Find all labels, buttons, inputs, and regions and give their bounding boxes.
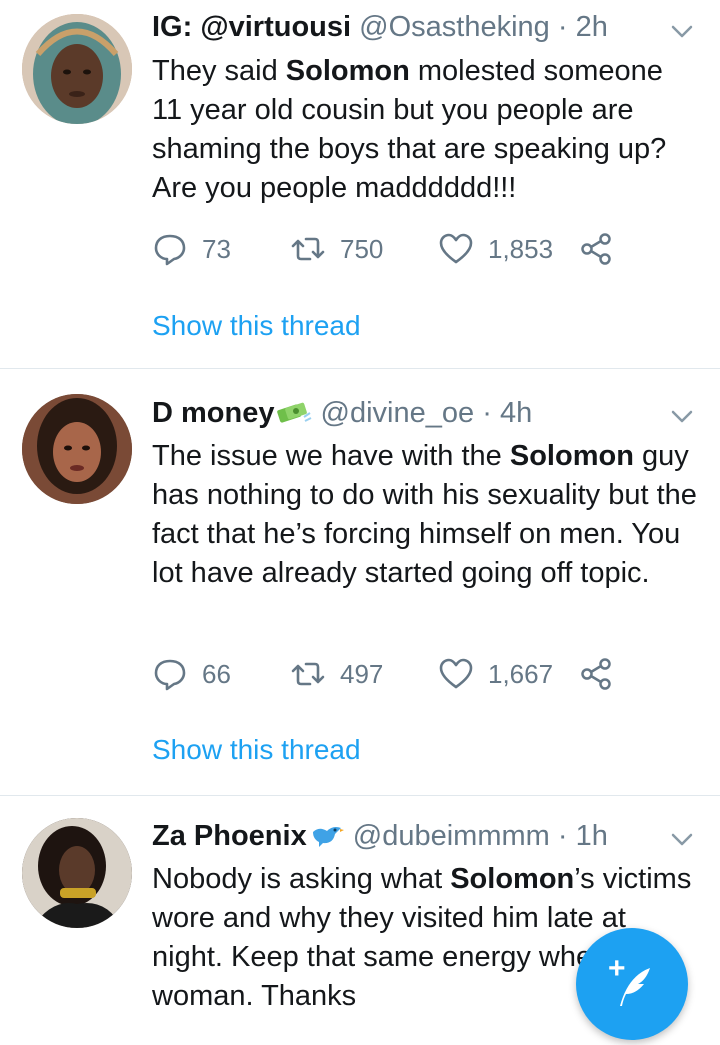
action-bar: 66 497 1,667	[152, 654, 622, 694]
like-count: 1,667	[488, 658, 554, 689]
like-count: 1,853	[488, 233, 554, 264]
chevron-down-icon[interactable]	[670, 832, 694, 848]
compose-button[interactable]: +	[576, 928, 688, 1040]
highlighted-keyword: Solomon	[450, 863, 575, 895]
reply-icon	[154, 659, 186, 691]
tweet-text: The issue we have with the Solomon guy h…	[152, 437, 700, 593]
avatar[interactable]	[22, 818, 132, 928]
separator-dot: ·	[557, 820, 568, 852]
chevron-down-icon[interactable]	[670, 24, 694, 40]
tweet-header: Za Phoenix @dubeimmmm · 1h	[152, 819, 608, 853]
chevron-down-icon[interactable]	[670, 409, 694, 425]
share-button[interactable]	[578, 654, 614, 694]
reply-count: 66	[202, 658, 231, 689]
reply-count: 73	[202, 233, 231, 264]
timestamp[interactable]: 2h	[576, 11, 608, 43]
heart-icon	[439, 658, 473, 689]
show-thread-link[interactable]: Show this thread	[152, 309, 361, 343]
user-handle[interactable]: @dubeimmmm	[353, 820, 550, 852]
share-icon	[581, 233, 611, 265]
show-thread-link[interactable]: Show this thread	[152, 733, 361, 767]
highlighted-keyword: Solomon	[285, 55, 410, 87]
retweet-icon	[291, 662, 325, 686]
retweet-count: 750	[340, 233, 384, 264]
avatar[interactable]	[22, 394, 132, 504]
timestamp[interactable]: 4h	[500, 397, 532, 429]
compose-plus: +	[608, 952, 626, 985]
bird-icon	[312, 827, 344, 847]
tweet[interactable]: IG: @virtuousi @Osastheking · 2h They sa…	[0, 0, 720, 368]
action-bar: 73 750 1,853	[152, 229, 622, 269]
reply-button[interactable]: 73	[152, 229, 231, 269]
separator-dot: ·	[557, 11, 568, 43]
retweet-icon	[291, 237, 325, 261]
display-name[interactable]: D money	[152, 397, 274, 429]
share-icon	[581, 658, 611, 690]
separator-dot: ·	[482, 397, 492, 429]
avatar[interactable]	[22, 14, 132, 124]
retweet-button[interactable]: 750	[290, 229, 383, 269]
like-button[interactable]: 1,853	[438, 229, 553, 269]
timestamp[interactable]: 1h	[576, 820, 608, 852]
heart-icon	[439, 233, 473, 264]
money-bag-icon	[277, 402, 312, 423]
retweet-button[interactable]: 497	[290, 654, 383, 694]
display-name[interactable]: Za Phoenix	[152, 820, 307, 852]
user-handle[interactable]: @divine_oe	[321, 397, 475, 429]
share-button[interactable]	[578, 229, 614, 269]
tweet-header: D money @divine_oe · 4h	[152, 396, 532, 430]
reply-button[interactable]: 66	[152, 654, 231, 694]
reply-icon	[154, 234, 186, 266]
tweet-text: They said Solomon molested someone 11 ye…	[152, 52, 700, 208]
user-handle[interactable]: @Osastheking	[359, 11, 550, 43]
compose-feather-icon: +	[608, 952, 650, 1006]
text-segment: They said	[152, 55, 286, 87]
tweet[interactable]: D money @divine_oe · 4h The issue we hav…	[0, 369, 720, 794]
text-segment: Nobody is asking what	[152, 863, 451, 895]
retweet-count: 497	[340, 658, 384, 689]
like-button[interactable]: 1,667	[438, 654, 553, 694]
tweet-header: IG: @virtuousi @Osastheking · 2h	[152, 10, 608, 44]
highlighted-keyword: Solomon	[509, 440, 634, 472]
text-segment: The issue we have with the	[152, 440, 510, 472]
display-name[interactable]: IG: @virtuousi	[152, 11, 351, 43]
